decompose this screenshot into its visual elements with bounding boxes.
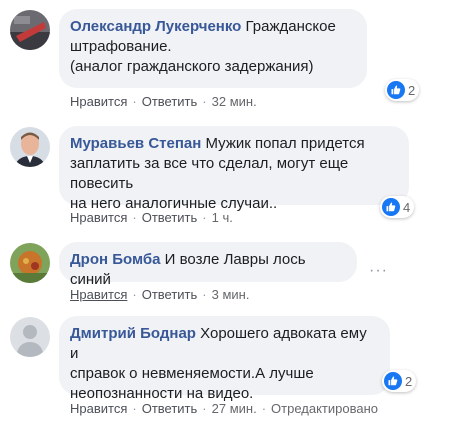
reply-button[interactable]: Ответить <box>142 401 198 416</box>
separator: · <box>202 287 207 302</box>
separator: · <box>132 94 137 109</box>
avatar[interactable] <box>10 127 50 167</box>
like-thumb-icon <box>387 81 405 99</box>
comment-author[interactable]: Муравьев Степан <box>70 135 201 152</box>
comment-actions: Нравится · Ответить · 32 мин. <box>70 94 257 109</box>
separator: · <box>202 210 207 225</box>
comment-time[interactable]: 27 мин. <box>212 401 257 416</box>
reaction-count[interactable]: 2 <box>382 370 417 392</box>
reaction-count[interactable]: 2 <box>385 79 420 101</box>
comment-author[interactable]: Олександр Лукерченко <box>70 18 241 35</box>
comment-time[interactable]: 3 мин. <box>212 287 250 302</box>
comment-time[interactable]: 1 ч. <box>212 210 233 225</box>
avatar[interactable] <box>10 10 50 50</box>
separator: · <box>202 401 207 416</box>
more-options-icon[interactable]: ··· <box>369 262 388 280</box>
separator: · <box>202 94 207 109</box>
comment-time[interactable]: 32 мин. <box>212 94 257 109</box>
like-button[interactable]: Нравится <box>70 401 127 416</box>
reaction-number: 2 <box>408 82 416 98</box>
avatar[interactable] <box>10 317 50 357</box>
comment-actions: Нравится · Ответить · 3 мин. <box>70 287 249 302</box>
avatar[interactable] <box>10 243 50 283</box>
reply-button[interactable]: Ответить <box>142 94 198 109</box>
separator: · <box>132 287 137 302</box>
comment-author[interactable]: Дмитрий Боднар <box>70 325 196 342</box>
comment-actions: Нравится · Ответить · 27 мин. · Отредактирован… <box>70 401 378 416</box>
separator: · <box>132 401 137 416</box>
reaction-count[interactable]: 4 <box>380 196 415 218</box>
reaction-number: 2 <box>405 373 413 389</box>
comment-actions: Нравится · Ответить · 1 ч. <box>70 210 233 225</box>
like-button[interactable]: Нравится <box>70 94 127 109</box>
comment-bubble: Муравьев Степан Мужик попал придется зап… <box>59 126 409 212</box>
edited-label[interactable]: Отредактировано <box>271 401 378 416</box>
separator: · <box>261 401 267 416</box>
like-button[interactable]: Нравится <box>70 287 127 302</box>
reply-button[interactable]: Ответить <box>142 210 198 225</box>
comment-bubble: Олександр Лукерченко Гражданское штрафов… <box>59 9 367 88</box>
like-thumb-icon <box>384 372 402 390</box>
like-thumb-icon <box>382 198 400 216</box>
separator: · <box>132 210 137 225</box>
comment-author[interactable]: Дрон Бомба <box>70 251 161 268</box>
reply-button[interactable]: Ответить <box>142 287 198 302</box>
like-button[interactable]: Нравится <box>70 210 127 225</box>
reaction-number: 4 <box>403 199 411 215</box>
comment-bubble: Дрон Бомба И возле Лавры лось синий <box>59 242 357 288</box>
comment-bubble: Дмитрий Боднар Хорошего адвоката ему и с… <box>59 316 390 402</box>
